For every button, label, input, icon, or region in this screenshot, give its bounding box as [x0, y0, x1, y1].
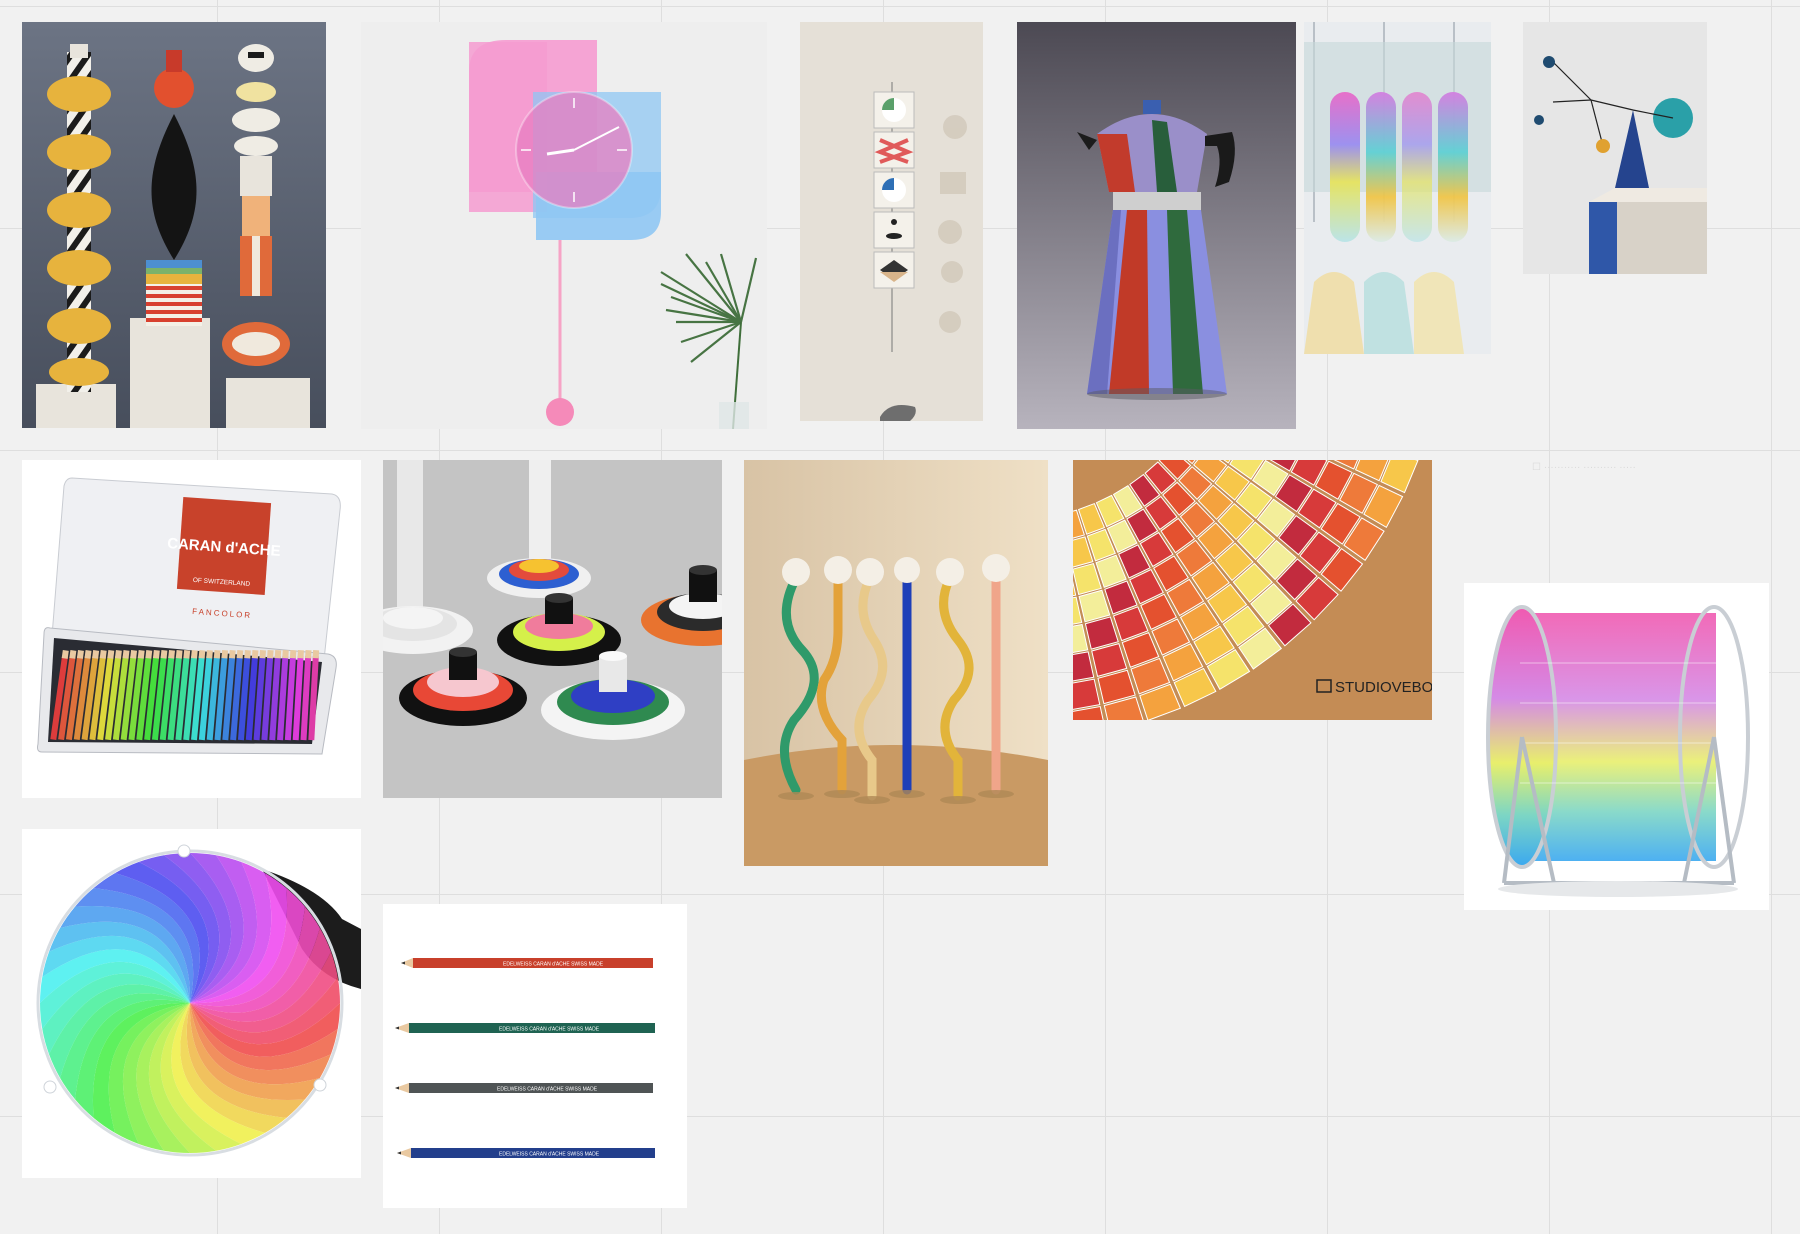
pencil-grey: EDELWEISS CARAN d'ACHE SWISS MADE — [395, 1083, 653, 1093]
gradient-acrylic-wheel-image — [1464, 583, 1769, 910]
image-card-graphite-pencils[interactable]: EDELWEISS CARAN d'ACHE SWISS MADE EDELWE… — [383, 904, 687, 1208]
colored-pencil-tip — [114, 650, 122, 659]
colored-pencil-tip — [274, 650, 282, 659]
colored-pencil-tip — [236, 650, 244, 659]
colored-pencil-tip — [259, 650, 267, 659]
colored-pencil-tip — [289, 650, 297, 659]
balancing-mobile-image — [1523, 22, 1707, 274]
colored-pencil-tip — [61, 650, 69, 659]
image-card-wavy-candlesticks[interactable] — [744, 460, 1048, 866]
pencil-green: EDELWEISS CARAN d'ACHE SWISS MADE — [395, 1023, 655, 1033]
colored-pencil-tip — [312, 650, 320, 659]
image-card-caran-dache-pencil-tin[interactable]: CARAN d'ACHE OF SWITZERLAND FANCOLOR — [22, 460, 361, 798]
colored-pencil-tip — [183, 650, 191, 659]
image-card-gradient-acrylic-wheel[interactable] — [1464, 583, 1769, 910]
pencil-red-label: EDELWEISS CARAN d'ACHE SWISS MADE — [503, 962, 604, 968]
colored-pencil-tip — [130, 650, 138, 659]
colored-pencil-tip — [145, 650, 153, 659]
colored-pencil-tip — [229, 650, 236, 659]
colored-pencil-tip — [305, 650, 312, 659]
hanging-mobile-panels-image — [800, 22, 983, 421]
colored-pencil-tip — [282, 650, 289, 659]
pencil-green-label: EDELWEISS CARAN d'ACHE SWISS MADE — [499, 1027, 600, 1033]
image-card-color-swatch-fan[interactable]: STUDIOVEBO2 — [1073, 460, 1432, 720]
moodboard-canvas: CARAN d'ACHE OF SWITZERLAND FANCOLOR STU… — [0, 0, 1800, 1234]
image-card-swirl-gradient-disc[interactable] — [22, 829, 361, 1178]
colored-pencil-tip — [267, 650, 274, 659]
colored-pencil-tip — [69, 650, 77, 659]
colored-pencil-tip — [221, 650, 229, 659]
faint-caption: ☐ ··········· ·········· ····· — [1532, 462, 1636, 473]
image-card-colorful-coffee-pot[interactable] — [1017, 22, 1296, 429]
colored-pencil-tip — [122, 650, 130, 659]
colorful-coffee-pot-image — [1017, 22, 1296, 429]
colored-pencil-tip — [244, 650, 251, 659]
image-card-candle-holders[interactable] — [383, 460, 722, 798]
pencil-red: EDELWEISS CARAN d'ACHE SWISS MADE — [401, 958, 653, 968]
colored-pencil-tip — [107, 650, 115, 659]
pencil-grey-label: EDELWEISS CARAN d'ACHE SWISS MADE — [497, 1087, 598, 1093]
colored-pencil-tip — [175, 650, 183, 659]
colored-pencil-tip — [191, 650, 198, 659]
image-card-balancing-mobile[interactable] — [1523, 22, 1707, 274]
pencil-blue-label: EDELWEISS CARAN d'ACHE SWISS MADE — [499, 1152, 600, 1158]
colored-pencil-tip — [99, 650, 107, 659]
colored-pencil-tip — [160, 650, 168, 659]
watermark-text: STUDIOVEBO2 — [1335, 679, 1432, 696]
graphite-pencils-image: EDELWEISS CARAN d'ACHE SWISS MADE EDELWE… — [383, 904, 687, 1208]
pencil-blue: EDELWEISS CARAN d'ACHE SWISS MADE — [397, 1148, 655, 1158]
image-card-acrylic-wall-clock[interactable] — [361, 22, 767, 429]
color-swatch-fan-image: STUDIOVEBO2 — [1073, 460, 1432, 720]
colored-pencil-tip — [297, 650, 304, 659]
colored-pencil-tip — [137, 650, 145, 659]
colored-pencil-tip — [198, 650, 206, 659]
totem-sculptures-image — [22, 22, 326, 428]
colored-pencil-tip — [251, 650, 259, 659]
gradient-room-divider-image — [1304, 22, 1491, 354]
image-card-hanging-mobile-panels[interactable] — [800, 22, 983, 421]
caran-dache-pencil-tin-image: CARAN d'ACHE OF SWITZERLAND FANCOLOR — [22, 460, 361, 798]
wavy-candlesticks-image — [744, 460, 1048, 866]
colored-pencil-tip — [84, 650, 92, 659]
candle-holders-image — [383, 460, 722, 798]
colored-pencil-tip — [76, 650, 84, 659]
colored-pencil-tip — [206, 650, 213, 659]
colored-pencil-tip — [213, 650, 221, 659]
colored-pencil-tip — [168, 650, 175, 659]
colored-pencil-tip — [92, 650, 100, 659]
colored-pencil-tip — [152, 650, 160, 659]
swirl-gradient-disc-image — [22, 829, 361, 1178]
acrylic-wall-clock-image — [361, 22, 767, 429]
image-card-totem-sculptures[interactable] — [22, 22, 326, 428]
image-card-gradient-room-divider[interactable] — [1304, 22, 1491, 354]
